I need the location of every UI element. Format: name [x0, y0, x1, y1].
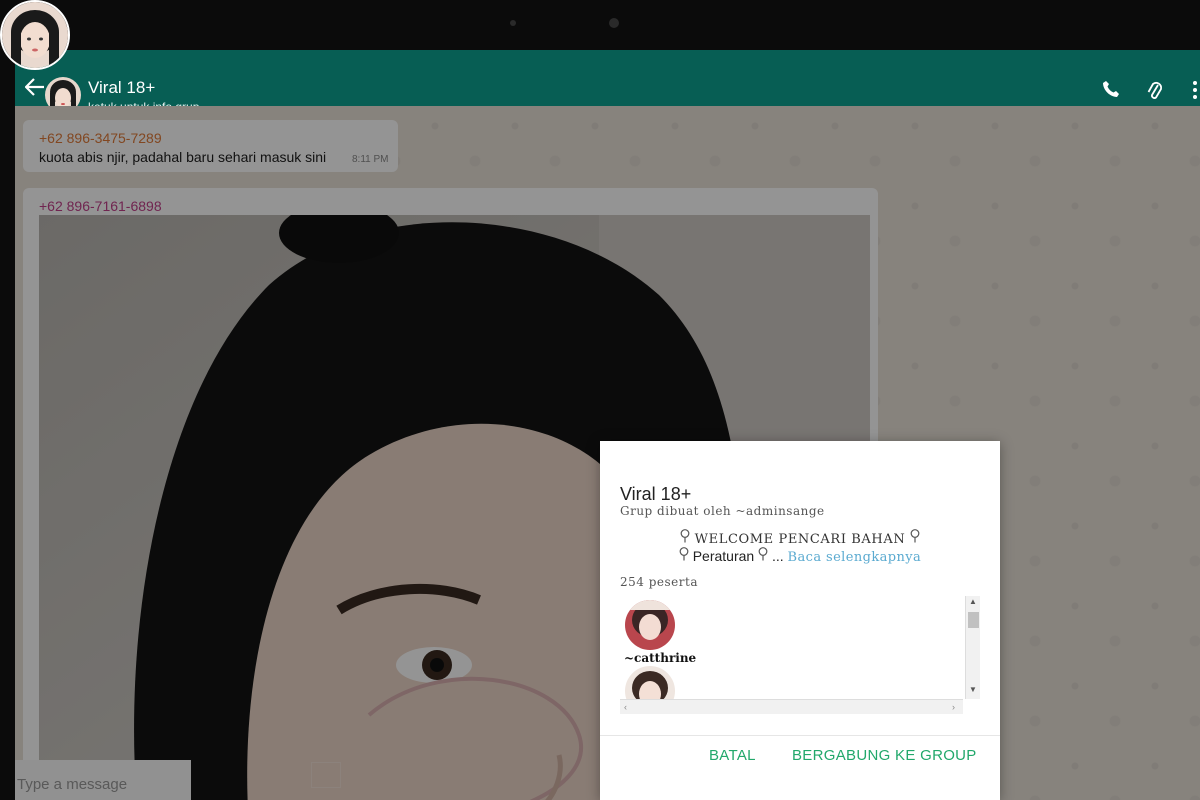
paperclip-icon[interactable]	[1147, 80, 1163, 107]
pin-icon	[679, 547, 693, 564]
dialog-creator: Grup dibuat oleh ~adminsange	[620, 504, 825, 518]
dialog-group-title: Viral 18+	[620, 484, 692, 504]
dialog-description-line2: Peraturan ... Baca selengkapnya	[620, 547, 980, 565]
scroll-thumb[interactable]	[968, 612, 979, 628]
pin-icon	[910, 529, 920, 547]
phone-icon[interactable]	[1102, 80, 1120, 103]
profile-avatar[interactable]	[0, 0, 70, 70]
group-title[interactable]: Viral 18+	[88, 78, 155, 98]
scroll-right-icon[interactable]: ›	[952, 702, 955, 712]
camera-dot	[609, 18, 619, 28]
scroll-up-icon[interactable]: ▲	[969, 597, 977, 606]
scroll-down-icon[interactable]: ▼	[969, 685, 977, 694]
read-more-link[interactable]: Baca selengkapnya	[788, 550, 922, 565]
sensor-dot	[510, 20, 516, 26]
horizontal-scrollbar[interactable]: ‹ ›	[620, 699, 963, 714]
member-name: ~catthrine	[624, 651, 697, 665]
chat-header: Viral 18+ ketuk untuk info grup	[15, 50, 1200, 114]
scroll-left-icon[interactable]: ‹	[624, 702, 627, 712]
rules-text: Peraturan	[692, 548, 755, 564]
participant-count: 254 peserta	[620, 575, 698, 589]
cancel-button[interactable]: BATAL	[709, 747, 756, 764]
join-group-button[interactable]: BERGABUNG KE GROUP	[792, 747, 977, 764]
dialog-divider	[600, 735, 1000, 736]
device-top-bar	[0, 0, 1200, 50]
welcome-text: WELCOME PENCARI BAHAN	[694, 532, 906, 547]
dialog-description-line1: WELCOME PENCARI BAHAN	[620, 529, 980, 547]
back-arrow-icon[interactable]	[24, 78, 45, 100]
vertical-scrollbar[interactable]: ▲ ▼	[965, 596, 980, 699]
member-avatar[interactable]	[625, 600, 675, 650]
join-group-dialog: Viral 18+ Grup dibuat oleh ~adminsange W…	[600, 441, 1000, 800]
pin-icon	[758, 547, 772, 564]
more-vertical-icon[interactable]	[1191, 80, 1199, 105]
member-list[interactable]: ~catthrine ▲ ▼ ‹ ›	[620, 596, 980, 714]
pin-icon	[680, 529, 695, 547]
ellipsis: ...	[771, 548, 784, 564]
